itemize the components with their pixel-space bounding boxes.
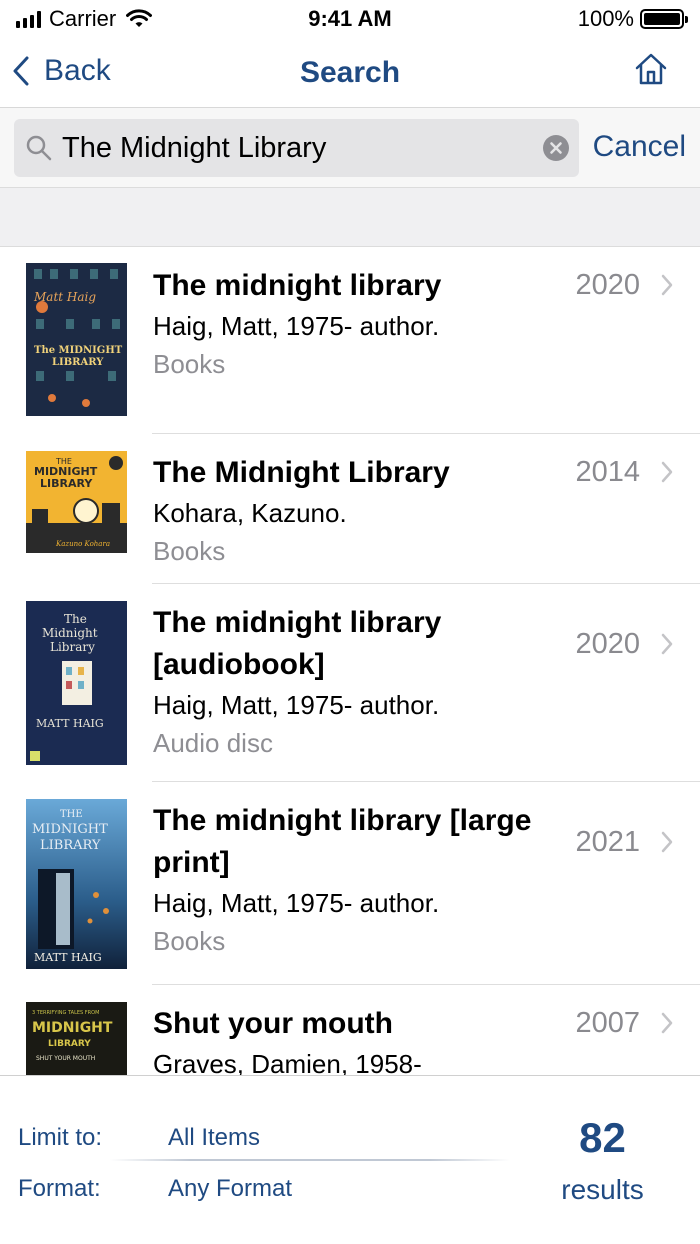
chevron-right-icon	[661, 461, 673, 483]
home-button[interactable]	[634, 52, 668, 91]
navigation-bar: Back Search	[0, 38, 700, 108]
back-label: Back	[44, 54, 111, 87]
result-title: The midnight library	[153, 606, 442, 639]
svg-text:MIDNIGHT: MIDNIGHT	[32, 1020, 113, 1036]
result-title-line-2: [audiobook]	[153, 648, 325, 681]
back-button[interactable]: Back	[12, 54, 111, 88]
results-list[interactable]: Matt Haig The MIDNIGHT LIBRARY The midni…	[0, 247, 700, 1075]
list-item[interactable]: 3 TERRIFYING TALES FROM MIDNIGHT LIBRARY…	[0, 985, 700, 1075]
svg-text:SHUT YOUR MOUTH: SHUT YOUR MOUTH	[36, 1055, 95, 1062]
result-year: 2007	[575, 1007, 640, 1039]
book-cover-thumbnail: Matt Haig The MIDNIGHT LIBRARY	[26, 263, 127, 416]
svg-text:LIBRARY: LIBRARY	[52, 357, 104, 368]
search-bar: Cancel	[0, 108, 700, 188]
svg-text:MIDNIGHT: MIDNIGHT	[32, 822, 108, 837]
list-item[interactable]: Matt Haig The MIDNIGHT LIBRARY The midni…	[0, 247, 700, 434]
svg-text:THE: THE	[60, 809, 83, 820]
result-author: Haig, Matt, 1975- author.	[153, 888, 440, 918]
result-format: Books	[153, 926, 226, 956]
result-title: The midnight library	[153, 269, 442, 302]
svg-text:LIBRARY: LIBRARY	[48, 1039, 91, 1049]
result-format: Books	[153, 536, 226, 566]
result-title: Shut your mouth	[153, 1007, 393, 1040]
chevron-right-icon	[661, 633, 673, 655]
result-year: 2014	[575, 456, 640, 488]
battery-icon	[640, 9, 688, 29]
search-input[interactable]	[62, 127, 532, 169]
result-year: 2021	[575, 826, 640, 858]
filter-footer: Limit to: All Items Format: Any Format 8…	[0, 1075, 700, 1244]
book-cover-thumbnail: 3 TERRIFYING TALES FROM MIDNIGHT LIBRARY…	[26, 1002, 127, 1075]
result-author: Graves, Damien, 1958-	[153, 1049, 422, 1075]
result-author: Haig, Matt, 1975- author.	[153, 690, 440, 720]
status-bar: Carrier 9:41 AM 100%	[0, 0, 700, 38]
result-year: 2020	[575, 628, 640, 660]
result-count-label: results	[561, 1174, 644, 1205]
svg-text:Kazuno Kohara: Kazuno Kohara	[55, 540, 110, 548]
svg-text:The: The	[64, 612, 87, 626]
result-author: Kohara, Kazuno.	[153, 498, 347, 528]
svg-text:LIBRARY: LIBRARY	[40, 477, 93, 490]
svg-text:Midnight: Midnight	[42, 626, 98, 640]
chevron-left-icon	[13, 56, 29, 86]
book-cover-thumbnail: THE MIDNIGHT LIBRARY MATT HAIG	[26, 799, 127, 969]
chevron-right-icon	[661, 274, 673, 296]
result-title-line-2: print]	[153, 846, 230, 879]
clear-icon[interactable]	[543, 135, 569, 161]
section-spacer	[0, 188, 700, 247]
chevron-right-icon	[661, 831, 673, 853]
limit-selector[interactable]: All Items	[168, 1124, 260, 1152]
book-cover-thumbnail: The Midnight Library MATT HAIG	[26, 601, 127, 765]
result-count: 82	[579, 1114, 626, 1161]
search-field[interactable]	[14, 119, 579, 177]
result-format: Audio disc	[153, 728, 273, 758]
cancel-button[interactable]: Cancel	[593, 130, 686, 164]
result-author: Haig, Matt, 1975- author.	[153, 311, 440, 341]
result-format: Books	[153, 349, 226, 379]
svg-text:LIBRARY: LIBRARY	[40, 838, 101, 853]
result-year: 2020	[575, 269, 640, 301]
home-icon	[635, 53, 667, 85]
divider	[110, 1159, 510, 1161]
list-item[interactable]: THE MIDNIGHT LIBRARY MATT HAIG The midni…	[0, 782, 700, 985]
list-item[interactable]: The Midnight Library MATT HAIG The midni…	[0, 584, 700, 782]
result-title: The midnight library [large	[153, 804, 532, 837]
svg-text:MATT HAIG: MATT HAIG	[36, 717, 104, 730]
limit-label: Limit to:	[18, 1124, 103, 1151]
book-cover-thumbnail: THE MIDNIGHT LIBRARY Kazuno Kohara	[26, 451, 127, 553]
svg-text:MATT HAIG: MATT HAIG	[34, 951, 102, 964]
list-item[interactable]: THE MIDNIGHT LIBRARY Kazuno Kohara The M…	[0, 434, 700, 584]
svg-text:3 TERRIFYING TALES FROM: 3 TERRIFYING TALES FROM	[32, 1010, 99, 1016]
svg-text:Library: Library	[50, 640, 95, 654]
format-selector[interactable]: Any Format	[168, 1175, 292, 1203]
result-title: The Midnight Library	[153, 456, 450, 489]
svg-text:Matt Haig: Matt Haig	[33, 290, 96, 304]
svg-text:The MIDNIGHT: The MIDNIGHT	[34, 345, 123, 356]
magnifier-icon	[26, 135, 52, 161]
battery-percent: 100%	[577, 6, 634, 31]
format-label: Format:	[18, 1175, 101, 1202]
chevron-right-icon	[661, 1012, 673, 1034]
